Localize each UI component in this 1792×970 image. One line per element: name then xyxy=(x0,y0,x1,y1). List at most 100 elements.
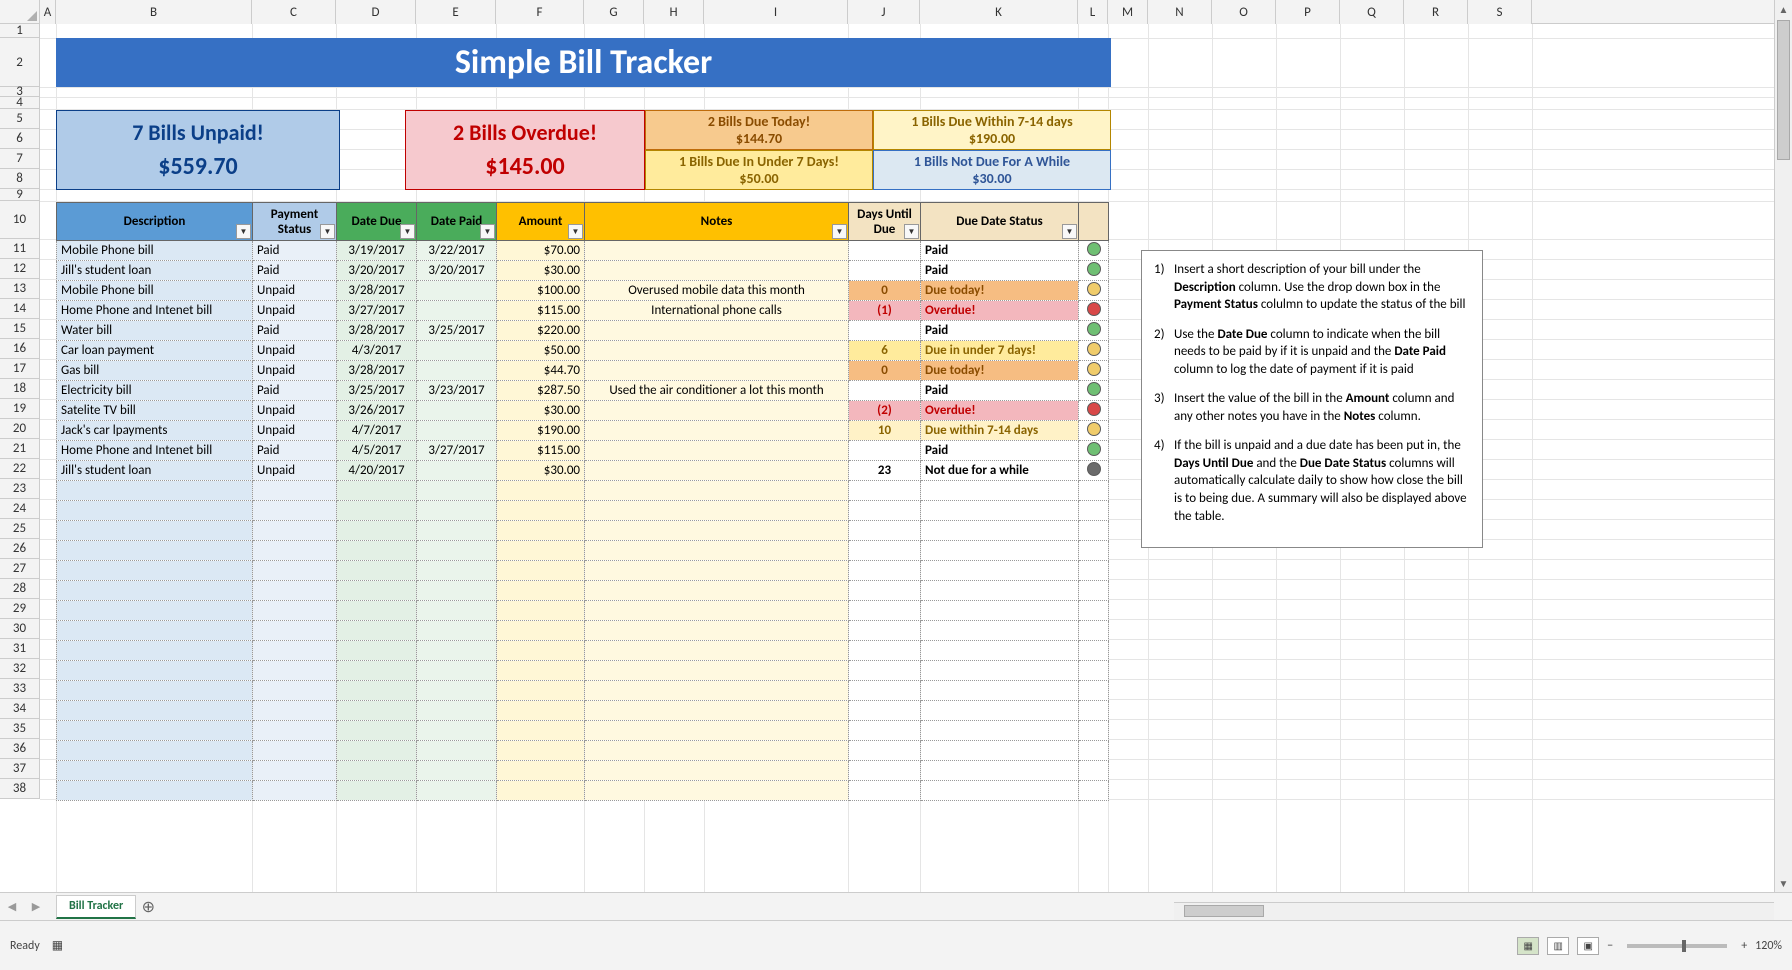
select-all-corner[interactable] xyxy=(0,0,40,24)
col-header-G[interactable]: G xyxy=(584,0,644,24)
col-header-P[interactable]: P xyxy=(1276,0,1340,24)
cell-description[interactable]: Satelite TV bill xyxy=(57,401,253,421)
cell-date-due[interactable]: 3/27/2017 xyxy=(337,301,417,321)
horizontal-scrollbar[interactable] xyxy=(1174,902,1774,920)
cell-payment-status[interactable]: Unpaid xyxy=(253,401,337,421)
row-header-8[interactable]: 8 xyxy=(0,169,40,189)
row-header-33[interactable]: 33 xyxy=(0,679,40,699)
filter-icon[interactable]: ▼ xyxy=(904,224,919,239)
cell-due-date-status[interactable]: Paid xyxy=(921,321,1079,341)
cell-date-due[interactable]: 4/20/2017 xyxy=(337,461,417,481)
table-row[interactable]: Car loan payment Unpaid 4/3/2017 $50.00 … xyxy=(57,341,1109,361)
table-row[interactable]: Jack's car lpayments Unpaid 4/7/2017 $19… xyxy=(57,421,1109,441)
cell-amount[interactable]: $30.00 xyxy=(497,261,585,281)
cell-date-due[interactable]: 3/28/2017 xyxy=(337,281,417,301)
cell-payment-status[interactable]: Unpaid xyxy=(253,421,337,441)
row-header-37[interactable]: 37 xyxy=(0,759,40,779)
cell-date-due[interactable]: 3/19/2017 xyxy=(337,241,417,261)
cell-days-until-due[interactable]: (1) xyxy=(849,301,921,321)
table-row[interactable]: Water bill Paid 3/28/2017 3/25/2017 $220… xyxy=(57,321,1109,341)
cell-notes[interactable] xyxy=(585,241,849,261)
cell-payment-status[interactable]: Paid xyxy=(253,321,337,341)
cell-date-paid[interactable] xyxy=(417,421,497,441)
row-header-7[interactable]: 7 xyxy=(0,149,40,169)
cell-amount[interactable]: $115.00 xyxy=(497,441,585,461)
table-row[interactable] xyxy=(57,641,1109,661)
cell-description[interactable]: Jill's student loan xyxy=(57,261,253,281)
cell-date-due[interactable]: 3/25/2017 xyxy=(337,381,417,401)
th-description[interactable]: Description▼ xyxy=(57,203,253,241)
row-header-23[interactable]: 23 xyxy=(0,479,40,499)
row-header-26[interactable]: 26 xyxy=(0,539,40,559)
table-row[interactable] xyxy=(57,481,1109,501)
cell-date-due[interactable]: 4/3/2017 xyxy=(337,341,417,361)
th-amount[interactable]: Amount▼ xyxy=(497,203,585,241)
filter-icon[interactable]: ▼ xyxy=(236,224,251,239)
col-header-O[interactable]: O xyxy=(1212,0,1276,24)
cell-date-due[interactable]: 3/20/2017 xyxy=(337,261,417,281)
cell-payment-status[interactable]: Unpaid xyxy=(253,301,337,321)
filter-icon[interactable]: ▼ xyxy=(1062,224,1077,239)
row-header-5[interactable]: 5 xyxy=(0,109,40,129)
table-row[interactable] xyxy=(57,621,1109,641)
cell-due-date-status[interactable]: Overdue! xyxy=(921,401,1079,421)
cell-notes[interactable] xyxy=(585,421,849,441)
cell-date-paid[interactable] xyxy=(417,341,497,361)
col-header-S[interactable]: S xyxy=(1468,0,1532,24)
cell-days-until-due[interactable]: 6 xyxy=(849,341,921,361)
bill-table[interactable]: Description▼ Payment Status▼ Date Due▼ D… xyxy=(56,202,1109,801)
table-row[interactable] xyxy=(57,581,1109,601)
th-days-until-due[interactable]: Days Until Due▼ xyxy=(849,203,921,241)
cell-date-paid[interactable] xyxy=(417,281,497,301)
cell-due-date-status[interactable]: Not due for a while xyxy=(921,461,1079,481)
spreadsheet-grid[interactable]: Simple Bill Tracker 7 Bills Unpaid! $559… xyxy=(40,24,1774,892)
th-indicator[interactable] xyxy=(1079,203,1109,241)
row-header-29[interactable]: 29 xyxy=(0,599,40,619)
cell-due-date-status[interactable]: Paid xyxy=(921,381,1079,401)
cell-date-paid[interactable]: 3/25/2017 xyxy=(417,321,497,341)
row-header-28[interactable]: 28 xyxy=(0,579,40,599)
col-header-E[interactable]: E xyxy=(416,0,496,24)
row-header-22[interactable]: 22 xyxy=(0,459,40,479)
cell-notes[interactable] xyxy=(585,461,849,481)
row-header-18[interactable]: 18 xyxy=(0,379,40,399)
cell-amount[interactable]: $115.00 xyxy=(497,301,585,321)
cell-date-paid[interactable] xyxy=(417,301,497,321)
cell-date-paid[interactable] xyxy=(417,461,497,481)
cell-payment-status[interactable]: Paid xyxy=(253,441,337,461)
th-date-due[interactable]: Date Due▼ xyxy=(337,203,417,241)
scrollbar-thumb[interactable] xyxy=(1777,20,1790,160)
cell-due-date-status[interactable]: Due in under 7 days! xyxy=(921,341,1079,361)
cell-description[interactable]: Gas bill xyxy=(57,361,253,381)
cell-amount[interactable]: $30.00 xyxy=(497,461,585,481)
cell-date-due[interactable]: 4/7/2017 xyxy=(337,421,417,441)
row-header-32[interactable]: 32 xyxy=(0,659,40,679)
table-row[interactable]: Home Phone and Intenet bill Paid 4/5/201… xyxy=(57,441,1109,461)
th-payment-status[interactable]: Payment Status▼ xyxy=(253,203,337,241)
tab-nav-prev-icon[interactable]: ◀ xyxy=(0,893,24,921)
table-row[interactable]: Jill's student loan Unpaid 4/20/2017 $30… xyxy=(57,461,1109,481)
filter-icon[interactable]: ▼ xyxy=(320,224,335,239)
cell-amount[interactable]: $287.50 xyxy=(497,381,585,401)
th-due-date-status[interactable]: Due Date Status▼ xyxy=(921,203,1079,241)
sheet-tab-active[interactable]: Bill Tracker xyxy=(56,895,136,919)
cell-amount[interactable]: $100.00 xyxy=(497,281,585,301)
filter-icon[interactable]: ▼ xyxy=(832,224,847,239)
cell-amount[interactable]: $70.00 xyxy=(497,241,585,261)
filter-icon[interactable]: ▼ xyxy=(568,224,583,239)
table-row[interactable]: Mobile Phone bill Unpaid 3/28/2017 $100.… xyxy=(57,281,1109,301)
cell-date-paid[interactable]: 3/23/2017 xyxy=(417,381,497,401)
cell-description[interactable]: Mobile Phone bill xyxy=(57,281,253,301)
scroll-down-icon[interactable]: ▼ xyxy=(1775,874,1792,892)
cell-due-date-status[interactable]: Paid xyxy=(921,261,1079,281)
row-header-15[interactable]: 15 xyxy=(0,319,40,339)
table-row[interactable]: Home Phone and Intenet bill Unpaid 3/27/… xyxy=(57,301,1109,321)
row-header-30[interactable]: 30 xyxy=(0,619,40,639)
col-header-M[interactable]: M xyxy=(1108,0,1148,24)
cell-date-paid[interactable]: 3/20/2017 xyxy=(417,261,497,281)
cell-description[interactable]: Jack's car lpayments xyxy=(57,421,253,441)
cell-amount[interactable]: $50.00 xyxy=(497,341,585,361)
cell-description[interactable]: Electricity bill xyxy=(57,381,253,401)
table-row[interactable]: Satelite TV bill Unpaid 3/26/2017 $30.00… xyxy=(57,401,1109,421)
row-header-11[interactable]: 11 xyxy=(0,239,40,259)
